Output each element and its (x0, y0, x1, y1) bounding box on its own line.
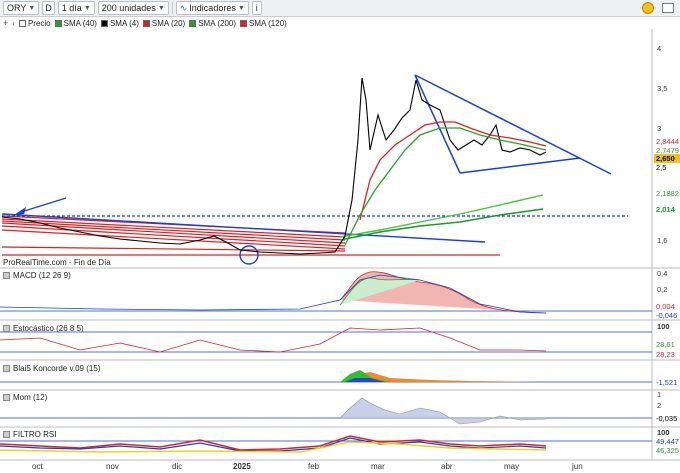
stoch-value-box: 28,23 (656, 350, 675, 359)
blai5-value-box: -1,521 (656, 378, 678, 387)
arrow-line (17, 197, 67, 214)
arrow-head (14, 207, 26, 215)
close-price-box: 2,5 (656, 163, 667, 172)
mom-icon (3, 394, 10, 401)
triangle-lower-line (459, 157, 581, 174)
mom-label: Mom (12) (13, 393, 48, 402)
stoch-icon (3, 325, 10, 332)
koncorde-orange-area (0, 372, 546, 382)
macd-value-box: -0,046 (656, 311, 678, 320)
support-line (1, 225, 346, 247)
blai5-label: Blai5 Koncorde v.09 (15) (13, 364, 101, 373)
macd-label: MACD (12 26 9) (13, 271, 71, 280)
triangle-left-line (414, 74, 461, 174)
mom-pane-label[interactable]: Mom (12) (3, 393, 47, 402)
price-axis-label: 3,5 (657, 84, 668, 93)
stoch-pane-label[interactable]: Estocástico (26 8 5) (3, 324, 84, 333)
rsi-axis-label: 100 (657, 428, 670, 437)
date-label: nov (106, 462, 119, 471)
date-label: mar (371, 462, 385, 471)
date-label: feb (308, 462, 320, 471)
date-label: may (504, 462, 520, 471)
last-price-box: 2,650 (654, 154, 680, 163)
rsi-label: FILTRO RSI (13, 430, 57, 439)
stoch-value-box: 28,61 (656, 340, 675, 349)
stoch-label: Estocástico (26 8 5) (13, 324, 84, 333)
date-label: jun (572, 462, 583, 471)
price-axis-label: 4 (657, 44, 662, 53)
mom-value-box: -0,035 (656, 414, 678, 423)
support-line (1, 218, 346, 238)
rsi-icon (3, 431, 10, 438)
chart-canvas[interactable] (0, 0, 680, 473)
blai5-pane-label[interactable]: Blai5 Koncorde v.09 (15) (3, 364, 100, 373)
macd-icon (3, 272, 10, 279)
trendline (1, 213, 486, 243)
price-axis-label: 1,6 (657, 236, 668, 245)
rsi-value-box: 46,325 (656, 446, 679, 455)
source-label: ProRealTime.com - Fin de Día (3, 258, 111, 267)
date-label: oct (32, 462, 43, 471)
sma-120-value-box: 2,014 (656, 205, 675, 214)
date-label: 2025 (233, 462, 251, 471)
macd-value-box: 0,004 (656, 302, 675, 311)
source-text: ProRealTime.com - Fin de Día (3, 258, 111, 267)
price-axis-label: 3 (657, 124, 662, 133)
macd-axis-label: 0,4 (657, 269, 668, 278)
date-label: abr (441, 462, 453, 471)
mom-axis-label: 1 (657, 390, 662, 399)
mom-area (339, 397, 547, 425)
sma-20-line (359, 121, 547, 221)
blai5-icon (3, 365, 10, 372)
date-label: dic (172, 462, 183, 471)
support-line (1, 246, 346, 252)
mom-axis-label: 2 (657, 401, 662, 410)
stoch-axis-label: 100 (657, 322, 670, 331)
sma-40-line (344, 127, 547, 246)
macd-pane-label[interactable]: MACD (12 26 9) (3, 271, 71, 280)
macd-axis-label: 0,2 (657, 285, 668, 294)
rsi-pane-label[interactable]: FILTRO RSI (3, 430, 56, 439)
sma-20-value-box: 2,8444 (656, 137, 679, 146)
sma-200-value-box: 2,1882 (656, 189, 679, 198)
support-lines (1, 215, 500, 256)
rsi-value-box: 49,447 (656, 437, 679, 446)
